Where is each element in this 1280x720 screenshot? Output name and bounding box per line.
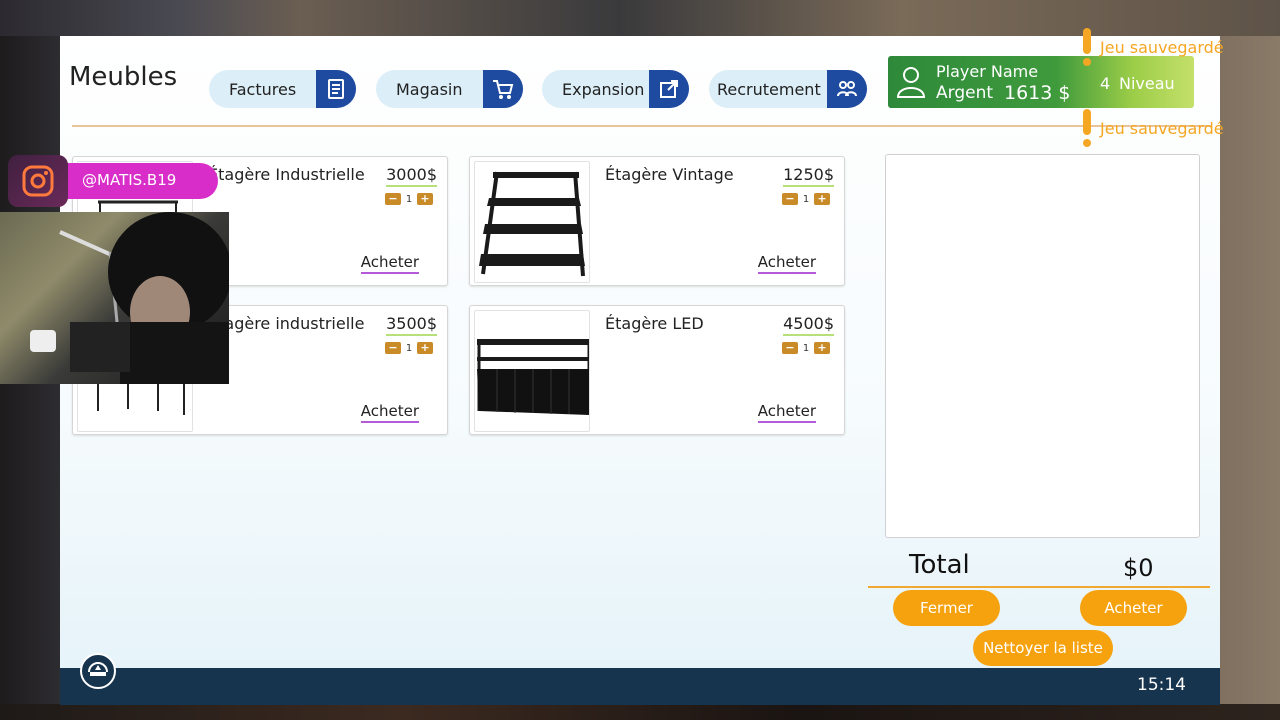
player-name: Player Name xyxy=(936,62,1039,81)
decrement-button[interactable]: − xyxy=(385,193,401,205)
product-name: Étagère LED xyxy=(605,314,704,333)
decrement-button[interactable]: − xyxy=(782,342,798,354)
increment-button[interactable]: + xyxy=(814,342,830,354)
quantity-stepper: − 1 + xyxy=(385,193,433,205)
alert-icon xyxy=(1080,109,1094,149)
product-name: Étagère industrielle xyxy=(208,314,365,333)
save-notification: Jeu sauvegardé xyxy=(1083,109,1224,147)
increment-button[interactable]: + xyxy=(417,193,433,205)
product-price: 3500$ xyxy=(386,314,437,336)
product-card: Étagère Vintage 1250$ − 1 + Acheter xyxy=(469,156,845,286)
home-icon[interactable] xyxy=(80,653,116,689)
total-label: Total xyxy=(909,550,970,580)
money-value: 1613 $ xyxy=(1004,82,1071,104)
product-image xyxy=(474,310,590,432)
product-price: 1250$ xyxy=(783,165,834,187)
clock: 15:14 xyxy=(1137,675,1186,695)
instagram-overlay: @MATIS.B19 xyxy=(8,155,218,207)
tab-expansion[interactable]: Expansion xyxy=(542,70,689,108)
cart-list[interactable] xyxy=(885,154,1200,538)
tab-magasin[interactable]: Magasin xyxy=(376,70,523,108)
player-panel: Player Name Argent 1613 $ 4 Niveau xyxy=(888,56,1194,108)
game-screen: Meubles Factures Magasin Expansion Recru… xyxy=(60,36,1220,705)
quantity-value: 1 xyxy=(802,193,810,205)
tab-label: Recrutement xyxy=(717,79,821,99)
taskbar: 15:14 xyxy=(60,653,1220,705)
alert-icon xyxy=(1080,28,1094,68)
money-label: Argent xyxy=(936,83,994,103)
product-card: Étagère LED 4500$ − 1 + Acheter xyxy=(469,305,845,435)
product-name: Étagère Vintage xyxy=(605,165,734,184)
notification-text: Jeu sauvegardé xyxy=(1100,38,1224,57)
quantity-stepper: − 1 + xyxy=(782,342,830,354)
product-name: Étagère Industrielle xyxy=(208,165,365,184)
people-icon xyxy=(827,70,867,108)
tab-label: Expansion xyxy=(562,79,645,99)
instagram-handle: @MATIS.B19 xyxy=(82,171,177,189)
room-background-bottom xyxy=(0,704,1280,720)
page-title: Meubles xyxy=(69,62,178,92)
product-price: 4500$ xyxy=(783,314,834,336)
buy-button[interactable]: Acheter xyxy=(360,402,419,423)
tab-label: Factures xyxy=(229,79,297,99)
header-divider xyxy=(72,125,1212,127)
product-price: 3000$ xyxy=(386,165,437,187)
buy-button[interactable]: Acheter xyxy=(757,402,816,423)
instagram-icon xyxy=(8,155,68,207)
level-value: 4 xyxy=(1100,74,1111,93)
decrement-button[interactable]: − xyxy=(782,193,798,205)
close-button[interactable]: Fermer xyxy=(893,590,1000,626)
total-value: $0 xyxy=(1123,554,1154,582)
tab-label: Magasin xyxy=(396,79,463,99)
user-icon xyxy=(896,65,926,103)
buy-button[interactable]: Acheter xyxy=(360,253,419,274)
buy-button[interactable]: Acheter xyxy=(757,253,816,274)
checkout-button[interactable]: Acheter xyxy=(1080,590,1187,626)
quantity-value: 1 xyxy=(405,342,413,354)
quantity-stepper: − 1 + xyxy=(385,342,433,354)
external-link-icon xyxy=(649,70,689,108)
tab-factures[interactable]: Factures xyxy=(209,70,356,108)
quantity-stepper: − 1 + xyxy=(782,193,830,205)
quantity-value: 1 xyxy=(802,342,810,354)
quantity-value: 1 xyxy=(405,193,413,205)
product-image xyxy=(474,161,590,283)
tab-recrutement[interactable]: Recrutement xyxy=(709,70,867,108)
notification-text: Jeu sauvegardé xyxy=(1100,119,1224,138)
webcam-feed xyxy=(0,212,229,384)
increment-button[interactable]: + xyxy=(417,342,433,354)
increment-button[interactable]: + xyxy=(814,193,830,205)
cart-icon xyxy=(483,70,523,108)
invoice-icon xyxy=(316,70,356,108)
total-divider xyxy=(868,586,1210,588)
decrement-button[interactable]: − xyxy=(385,342,401,354)
clear-list-button[interactable]: Nettoyer la liste xyxy=(973,630,1113,666)
save-notification: Jeu sauvegardé xyxy=(1083,28,1224,66)
level-label: Niveau xyxy=(1119,74,1175,93)
